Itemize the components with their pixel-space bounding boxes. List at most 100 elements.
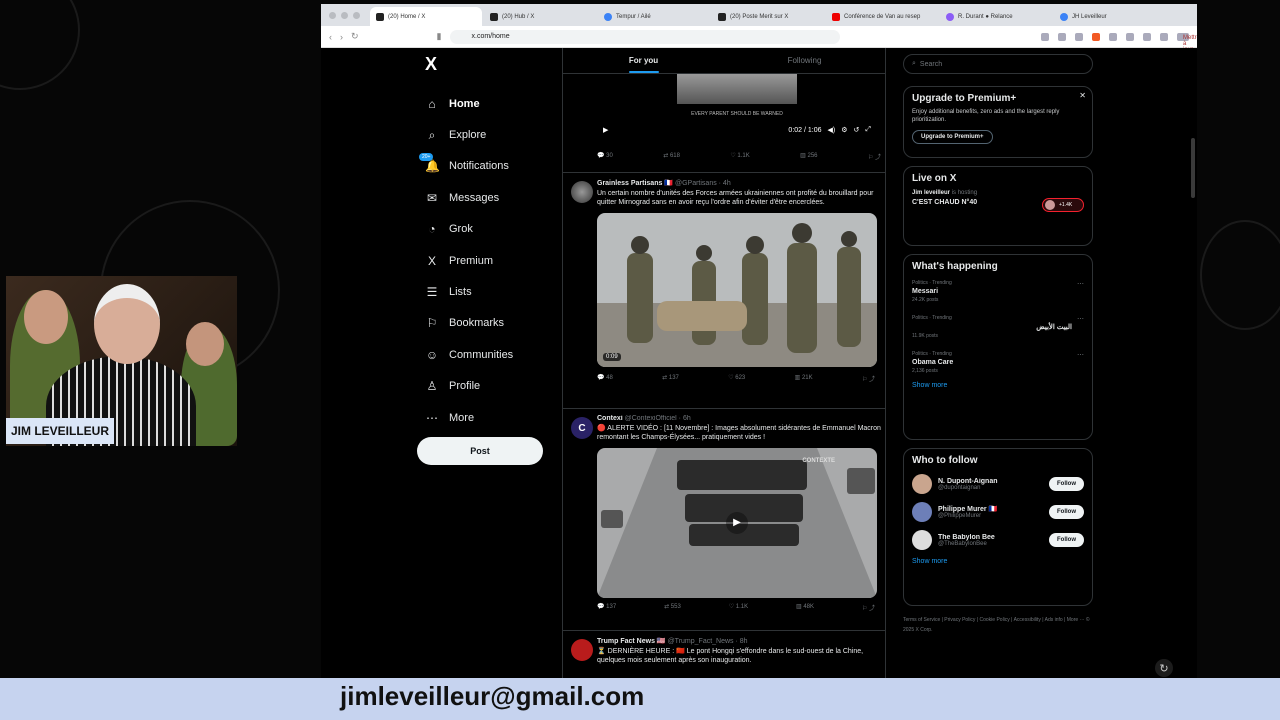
trend-item[interactable]: Politics · Trending Messari 24.2K posts ⋯ [912,280,1084,303]
trend-item[interactable]: Politics · Trending Obama Care 2,136 posts… [912,351,1084,374]
views-stat[interactable]: ▥ 21K [795,374,813,383]
extension-icon[interactable] [1109,32,1117,41]
tweet-text: Un certain nombre d'unités des Forces ar… [597,190,874,207]
tab-for-you[interactable]: For you [563,48,724,73]
stream-stage: (20) Home / X (20) Hub / X Tempur / Ailé… [0,0,1280,720]
nav-item-home[interactable]: ⌂ Home [425,88,513,119]
tab-following[interactable]: Following [724,48,885,73]
browser-tab[interactable]: (20) Poste Merit sur X [712,7,824,26]
tweet-text: ⏳ DERNIÈRE HEURE : 🇨🇳 Le pont Hongqi s'e… [597,648,864,665]
more-icon[interactable]: ⋯ [1077,280,1084,288]
post-button[interactable]: Post [417,437,543,465]
volume-icon[interactable]: ◀) [828,126,836,134]
close-icon[interactable]: ✕ [1079,91,1086,100]
follow-suggestion[interactable]: The Babylon Bee @TheBabylonBee Follow [912,530,1084,550]
right-column: ⌕ Search Upgrade to Premium+ ✕ Enjoy addi… [903,48,1093,635]
back-icon[interactable]: ‹ [329,32,332,42]
avatar[interactable] [571,181,593,203]
reload-icon[interactable]: ↻ [351,31,359,42]
brave-shield-icon[interactable] [1092,32,1100,41]
nav-item-communities[interactable]: ☺ Communities [425,339,513,370]
refresh-icon[interactable]: ↻ [1155,659,1173,677]
browser-tab[interactable]: (20) Home / X [370,7,482,26]
extension-icon[interactable] [1058,32,1066,41]
nav-item-notifications[interactable]: 🔔 20+ Notifications [419,151,513,182]
reply-button[interactable]: 💬 30 [597,152,613,161]
play-icon[interactable]: ▶ [726,511,748,534]
nav-item-more[interactable]: ⋯ More [425,402,513,433]
more-icon[interactable]: ⋯ [1077,315,1084,323]
repost-button[interactable]: ⇄ 618 [663,152,680,161]
bookmark-page-icon[interactable]: ▮ [437,31,442,42]
tweet[interactable]: C Contexi @ContexiOfficiel · 6h 🔴 ALERTE… [563,408,885,630]
tweet[interactable]: Trump Fact News 🇺🇸 @Trump_Fact_News · 8h… [563,630,885,678]
nav-item-lists[interactable]: ☰ Lists [425,276,513,307]
avatar[interactable] [912,502,932,522]
tweet[interactable]: Grainless Partisans 🇫🇷 @GPartisans · 4h … [563,172,885,404]
soldiers-photo [597,212,877,367]
live-item[interactable]: Jim leveilleur is hosting C'EST CHAUD N°… [912,190,1084,220]
tweet-video[interactable]: CONTEXTE ▶ [597,447,877,598]
live-listeners-badge[interactable]: +1.4K [1042,198,1084,212]
search-input[interactable]: ⌕ Search [903,54,1093,74]
bookmark-icon[interactable]: ⚐ ⤴ [862,603,875,612]
views-stat[interactable]: ▥ 256 [800,152,817,161]
url-field[interactable]: x.com/home [449,29,840,44]
upgrade-button[interactable]: Upgrade to Premium+ [912,130,993,145]
nav-item-messages[interactable]: ✉ Messages [425,182,513,213]
show-more-link[interactable]: Show more [912,558,1084,565]
like-button[interactable]: ♡ 623 [728,374,745,383]
scrollbar[interactable] [1191,138,1195,198]
nav-item-explore[interactable]: ⌕ Explore [425,119,513,150]
repost-button[interactable]: ⇄ 137 [662,374,679,383]
avatar[interactable] [571,639,593,661]
like-button[interactable]: ♡ 1.1K [729,603,748,612]
follow-suggestion[interactable]: N. Dupont-Aignan @dupontaignan Follow [912,474,1084,494]
video-player[interactable]: EVERY PARENT SHOULD BE WARNED ▶ 0:02 / 1… [597,74,877,144]
extension-icon[interactable] [1126,32,1134,41]
avatar[interactable]: C [571,417,593,439]
fullscreen-icon[interactable]: ⤢ [865,126,871,134]
footer-links[interactable]: Terms of Service | Privacy Policy | Cook… [903,616,1093,635]
x-logo-icon[interactable]: X [425,54,437,75]
replay-icon[interactable]: ↺ [854,126,860,134]
settings-icon[interactable]: ⚙ [841,126,847,134]
extension-icon[interactable] [1075,32,1083,41]
more-icon[interactable]: ⋯ [1077,351,1084,359]
repost-button[interactable]: ⇄ 553 [664,603,681,612]
nav-item-bookmarks[interactable]: ⚐ Bookmarks [425,308,513,339]
avatar[interactable] [912,530,932,550]
window-controls[interactable] [329,11,360,19]
follow-button[interactable]: Follow [1049,477,1084,491]
nav-item-premium[interactable]: X Premium [425,245,513,276]
browser-tab[interactable]: Conférence de Van au resep [826,7,938,26]
show-more-link[interactable]: Show more [912,382,1084,389]
follow-button[interactable]: Follow [1049,533,1084,547]
bookmark-icon[interactable]: ⚐ ⤴ [862,374,875,383]
background-decoration [1200,220,1280,330]
avatar[interactable] [912,474,932,494]
browser-tab[interactable]: R. Durant ● Relance [940,7,1052,26]
views-stat[interactable]: ▥ 48K [796,603,814,612]
browser-tab[interactable]: Tempur / Ailé [598,7,710,26]
nav-item-grok[interactable]: ◔ Grok [425,214,513,245]
play-icon[interactable]: ▶ [603,126,608,134]
bookmark-icon[interactable]: ⚐ ⤴ [868,152,881,161]
reply-button[interactable]: 💬 48 [597,374,613,383]
like-button[interactable]: ♡ 1.1K [730,152,749,161]
follow-suggestion[interactable]: Philippe Murer 🇫🇷 @PhilippeMurer Follow [912,502,1084,522]
trend-item[interactable]: Politics · Trending البيت الأبيض 11.9K pos… [912,315,1084,339]
extension-icon[interactable] [1160,32,1168,41]
tweet-video[interactable]: 0:09 [597,212,877,367]
browser-tab[interactable]: (20) Hub / X [484,7,596,26]
nav-item-profile[interactable]: ♙ Profile [425,371,513,402]
x-premium-icon: X [427,253,436,268]
extension-icon[interactable] [1041,32,1049,41]
forward-icon[interactable]: › [340,32,343,42]
follow-button[interactable]: Follow [1049,505,1084,519]
browser-tab[interactable]: JH Leveilleur [1054,7,1166,26]
reply-button[interactable]: 💬 137 [597,603,616,612]
extension-icon[interactable] [1143,32,1151,41]
timeline-tabs: For you Following [563,48,885,74]
update-button[interactable]: Mettre à jour [1177,32,1197,53]
